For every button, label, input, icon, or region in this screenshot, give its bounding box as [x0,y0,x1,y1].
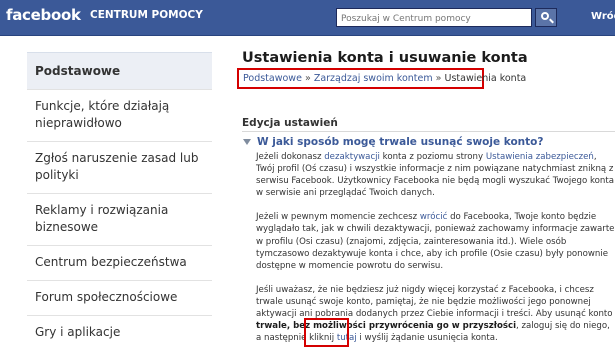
deactivation-link[interactable]: dezaktywacji [324,152,380,162]
sidebar-item-safety-center[interactable]: Centrum bezpieczeństwa [27,245,212,280]
breadcrumb-manage-account[interactable]: Zarządzaj swoim kontem [314,73,433,84]
sidebar-item-report-violations[interactable]: Zgłoś naruszenie zasad lub polityki [27,141,212,193]
sidebar-item-basics[interactable]: Podstawowe [27,52,212,89]
annotation-highlight-box [304,318,349,347]
sidebar-item-broken-features[interactable]: Funkcje, które działają nieprawidłowo [27,89,212,141]
breadcrumb-basics[interactable]: Podstawowe [243,73,302,84]
sidebar-item-games-apps[interactable]: Gry i aplikacje [27,315,212,350]
magnifier-handle [549,18,554,24]
sidebar-nav: Podstawowe Funkcje, które działają niepr… [27,52,212,350]
permanent-deletion-emphasis: trwale, bez możliwości przywrócenia go w… [256,321,517,332]
sidebar-item-community-forum[interactable]: Forum społecznościowe [27,280,212,315]
facebook-logo[interactable]: facebook [6,6,81,24]
answer-text: Jeżeli w pewnym momencie zechcesz [256,212,420,223]
faq-question[interactable]: W jaki sposób mogę trwale usunąć swoje k… [242,136,615,148]
user-link[interactable]: Wród [591,11,615,22]
breadcrumb-separator: » [435,73,442,84]
page-title: Ustawienia konta i usuwanie konta [242,50,528,66]
answer-paragraph-2: Jeżeli w pewnym momencie zechcesz wrócić… [256,211,615,271]
answer-paragraph-1: Jeżeli dokonasz dezaktywacji konta z poz… [256,151,615,199]
sidebar-item-ads-business[interactable]: Reklamy i rozwiązania biznesowe [27,193,212,245]
return-link[interactable]: wrócić [420,212,447,222]
security-settings-link[interactable]: Ustawienia zabezpieczeń [486,152,594,162]
answer-text: i wyślij żądanie usunięcia konta. [356,333,498,344]
search-input[interactable] [336,8,532,27]
answer-text: Jeśli uważasz, że nie będziesz już nigdy… [256,284,613,320]
faq-question-text[interactable]: W jaki sposób mogę trwale usunąć swoje k… [257,136,543,148]
breadcrumb-separator: » [304,73,311,84]
triangle-down-icon[interactable] [243,138,251,145]
answer-text: konta z poziomu strony [379,152,486,162]
section-heading: Edycja ustawień [242,117,338,129]
section-divider [242,131,615,132]
top-bar: facebook CENTRUM POMOCY Wród [0,0,615,36]
search-button[interactable] [535,8,557,27]
breadcrumb-current: Ustawienia konta [444,73,527,84]
help-center-title[interactable]: CENTRUM POMOCY [90,9,203,21]
magnifier-icon [541,12,549,20]
main-content: Ustawienia konta i usuwanie konta Podsta… [237,49,615,343]
breadcrumb: Podstawowe » Zarządzaj swoim kontem » Us… [237,68,526,89]
answer-text: Jeżeli dokonasz [256,152,325,162]
